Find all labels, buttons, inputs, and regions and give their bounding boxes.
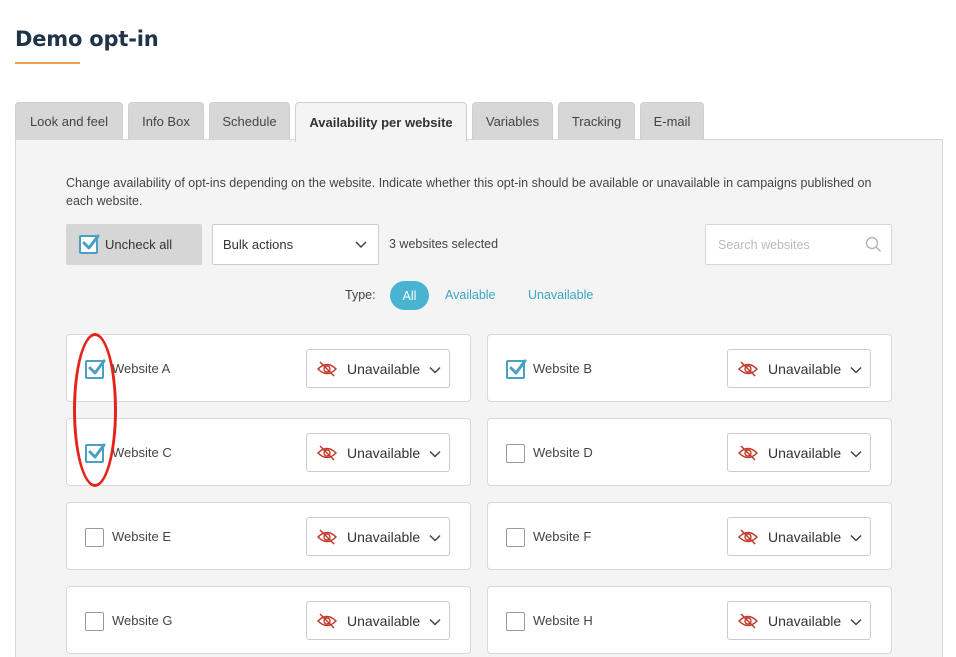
availability-select[interactable]: Unavailable xyxy=(727,349,871,388)
eye-slash-icon xyxy=(738,529,758,545)
checkbox-checked-icon xyxy=(79,234,100,254)
tab-look-and-feel[interactable]: Look and feel xyxy=(15,102,123,140)
availability-value: Unavailable xyxy=(768,361,842,377)
website-checkbox[interactable] xyxy=(85,528,104,547)
tab-tracking[interactable]: Tracking xyxy=(558,102,635,140)
website-name: Website G xyxy=(112,613,173,628)
chevron-down-icon xyxy=(850,618,862,626)
page-title: Demo opt-in xyxy=(15,27,159,51)
website-checkbox[interactable] xyxy=(506,528,525,547)
eye-slash-icon xyxy=(738,361,758,377)
website-name: Website E xyxy=(112,529,172,544)
chevron-down-icon xyxy=(429,618,441,626)
availability-select[interactable]: Unavailable xyxy=(306,349,450,388)
availability-value: Unavailable xyxy=(347,613,421,629)
eye-slash-icon xyxy=(317,361,337,377)
website-checkbox[interactable] xyxy=(85,612,104,631)
website-card: Website B Unavailable xyxy=(487,334,892,402)
availability-value: Unavailable xyxy=(768,529,842,545)
website-checkbox[interactable] xyxy=(506,359,527,379)
website-card: Website H Unavailable xyxy=(487,586,892,654)
website-name: Website D xyxy=(533,445,593,460)
website-name: Website A xyxy=(112,361,171,376)
bulk-actions-select[interactable]: Bulk actions xyxy=(212,224,379,265)
availability-value: Unavailable xyxy=(768,445,842,461)
tab-schedule[interactable]: Schedule xyxy=(209,102,290,140)
type-filter-label: Type: xyxy=(345,288,376,302)
website-checkbox[interactable] xyxy=(85,443,106,463)
bulk-actions-value: Bulk actions xyxy=(223,237,294,252)
chevron-down-icon xyxy=(850,450,862,458)
chevron-down-icon xyxy=(850,366,862,374)
type-filter-available[interactable]: Available xyxy=(445,288,496,302)
eye-slash-icon xyxy=(738,613,758,629)
eye-slash-icon xyxy=(317,613,337,629)
tab-availability-per-website[interactable]: Availability per website xyxy=(295,102,467,142)
search-box xyxy=(705,224,892,265)
chevron-down-icon xyxy=(429,450,441,458)
availability-select[interactable]: Unavailable xyxy=(306,517,450,556)
website-checkbox[interactable] xyxy=(506,444,525,463)
availability-value: Unavailable xyxy=(347,529,421,545)
website-card: Website F Unavailable xyxy=(487,502,892,570)
eye-slash-icon xyxy=(738,445,758,461)
availability-value: Unavailable xyxy=(347,361,421,377)
availability-select[interactable]: Unavailable xyxy=(727,517,871,556)
chevron-down-icon xyxy=(429,534,441,542)
panel-description: Change availability of opt-ins depending… xyxy=(66,176,872,208)
chevron-down-icon xyxy=(429,366,441,374)
website-card: Website G Unavailable xyxy=(66,586,471,654)
chevron-down-icon xyxy=(850,534,862,542)
tab-info-box[interactable]: Info Box xyxy=(128,102,204,140)
website-card: Website C Unavailable xyxy=(66,418,471,486)
type-filter-all[interactable]: All xyxy=(390,281,429,310)
title-underline xyxy=(15,62,80,64)
tab-variables[interactable]: Variables xyxy=(472,102,553,140)
availability-value: Unavailable xyxy=(347,445,421,461)
website-name: Website C xyxy=(112,445,172,460)
search-icon[interactable] xyxy=(865,236,882,253)
type-filter-unavailable[interactable]: Unavailable xyxy=(528,288,593,302)
website-name: Website H xyxy=(533,613,593,628)
uncheck-all-label: Uncheck all xyxy=(105,237,173,252)
selected-count: 3 websites selected xyxy=(389,237,499,251)
availability-select[interactable]: Unavailable xyxy=(306,601,450,640)
website-card: Website D Unavailable xyxy=(487,418,892,486)
search-input[interactable] xyxy=(707,226,857,263)
availability-select[interactable]: Unavailable xyxy=(727,433,871,472)
tab-email[interactable]: E-mail xyxy=(640,102,704,140)
website-name: Website B xyxy=(533,361,593,376)
availability-select[interactable]: Unavailable xyxy=(306,433,450,472)
website-checkbox[interactable] xyxy=(85,359,106,379)
availability-value: Unavailable xyxy=(768,613,842,629)
website-checkbox[interactable] xyxy=(506,612,525,631)
chevron-down-icon xyxy=(355,241,367,249)
eye-slash-icon xyxy=(317,529,337,545)
website-name: Website F xyxy=(533,529,592,544)
website-card: Website A Unavailable xyxy=(66,334,471,402)
eye-slash-icon xyxy=(317,445,337,461)
uncheck-all-button[interactable]: Uncheck all xyxy=(66,224,202,265)
availability-select[interactable]: Unavailable xyxy=(727,601,871,640)
website-card: Website E Unavailable xyxy=(66,502,471,570)
